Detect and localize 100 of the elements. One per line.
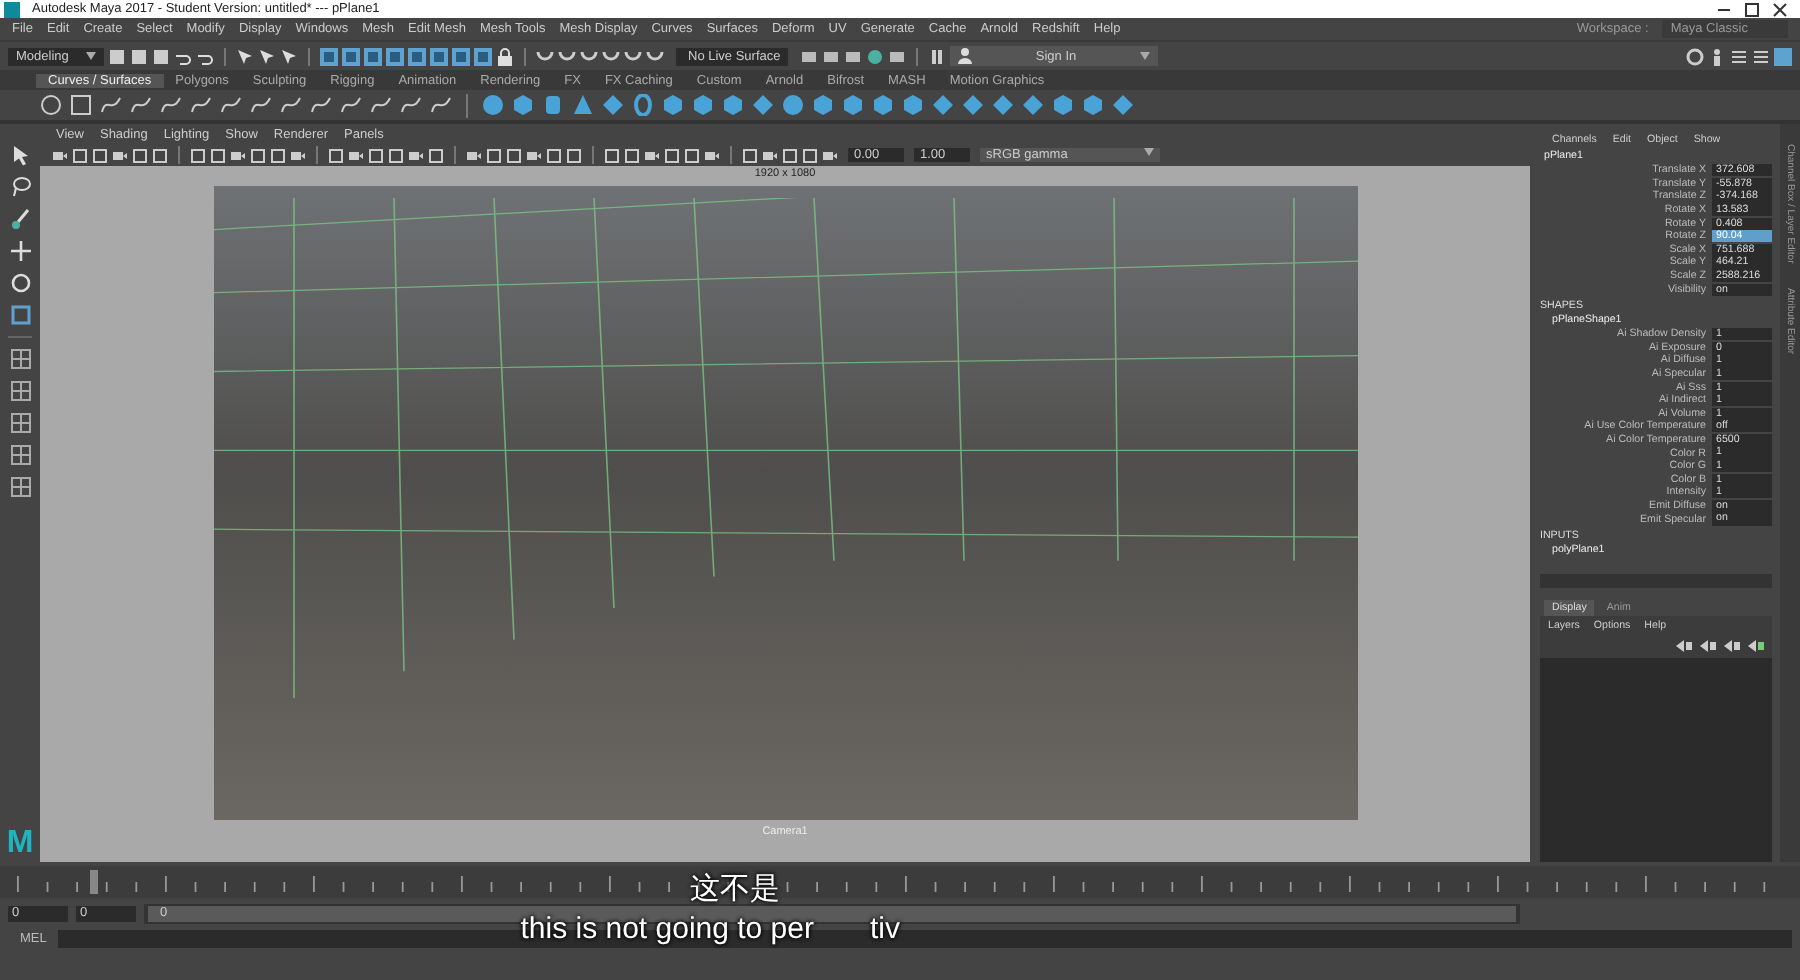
curve-icon[interactable]: [160, 94, 182, 116]
layout-icon[interactable]: [9, 348, 31, 370]
camera-icon[interactable]: [704, 147, 720, 163]
camera-icon[interactable]: [52, 147, 68, 163]
curve-icon[interactable]: [310, 94, 332, 116]
square-icon[interactable]: [664, 147, 680, 163]
diamond-icon[interactable]: [962, 94, 984, 116]
subtitle-text: 这不是: [690, 870, 780, 908]
cone-icon[interactable]: [572, 94, 594, 116]
lock-icon[interactable]: [496, 47, 514, 65]
layout-icon[interactable]: [9, 412, 31, 434]
diamond-icon[interactable]: [1022, 94, 1044, 116]
scale-icon[interactable]: [9, 304, 31, 326]
sphere-icon[interactable]: [782, 94, 804, 116]
cube-icon[interactable]: [1082, 94, 1104, 116]
diamond-icon[interactable]: [932, 94, 954, 116]
square-icon[interactable]: [250, 147, 266, 163]
square-icon[interactable]: [604, 147, 620, 163]
diamond-icon[interactable]: [1112, 94, 1134, 116]
sliders-icon[interactable]: [1730, 47, 1748, 65]
layer-button-icon[interactable]: [1676, 639, 1692, 652]
caret-icon: [1144, 148, 1154, 156]
app-icon: [4, 1, 20, 17]
camera-icon[interactable]: [408, 147, 424, 163]
layer-button-icon[interactable]: [1700, 639, 1716, 652]
camera-icon[interactable]: [466, 147, 482, 163]
square-icon[interactable]: [546, 147, 562, 163]
square-icon[interactable]: [624, 147, 640, 163]
layer-button-icon[interactable]: [1724, 639, 1740, 652]
square-icon[interactable]: [132, 147, 148, 163]
camera-icon[interactable]: [348, 147, 364, 163]
cube-icon[interactable]: [722, 94, 744, 116]
pause-icon[interactable]: [928, 47, 946, 65]
curve-icon[interactable]: [250, 94, 272, 116]
layout-icon[interactable]: [9, 476, 31, 498]
camera-icon[interactable]: [762, 147, 778, 163]
cube-icon[interactable]: [1774, 47, 1792, 65]
square-icon[interactable]: [388, 147, 404, 163]
curve-icon[interactable]: [220, 94, 242, 116]
caret-icon: [86, 52, 96, 60]
layout-icon[interactable]: [9, 444, 31, 466]
square-icon[interactable]: [802, 147, 818, 163]
camera-icon[interactable]: [112, 147, 128, 163]
layout-icon[interactable]: [9, 380, 31, 402]
cube-icon[interactable]: [842, 94, 864, 116]
curve-icon[interactable]: [340, 94, 362, 116]
curve-icon[interactable]: [130, 94, 152, 116]
rotate-icon[interactable]: [9, 272, 31, 294]
square-icon[interactable]: [506, 147, 522, 163]
square-icon[interactable]: [428, 147, 444, 163]
square-icon[interactable]: [486, 147, 502, 163]
person-icon[interactable]: [1708, 47, 1726, 65]
cube-icon[interactable]: [512, 94, 534, 116]
cube-icon[interactable]: [662, 94, 684, 116]
square-icon[interactable]: [210, 147, 226, 163]
camera-icon[interactable]: [290, 147, 306, 163]
brush-icon[interactable]: [9, 208, 31, 230]
camera-icon[interactable]: [644, 147, 660, 163]
move-icon[interactable]: [9, 240, 31, 262]
curve-icon[interactable]: [100, 94, 122, 116]
curve-icon[interactable]: [430, 94, 452, 116]
square-icon[interactable]: [152, 147, 168, 163]
square-icon[interactable]: [684, 147, 700, 163]
diamond-icon[interactable]: [992, 94, 1014, 116]
square-icon[interactable]: [72, 147, 88, 163]
cube-icon[interactable]: [1052, 94, 1074, 116]
diamond-icon[interactable]: [602, 94, 624, 116]
sliders-icon[interactable]: [1752, 47, 1770, 65]
close-icon[interactable]: [1772, 1, 1788, 17]
square-icon[interactable]: [742, 147, 758, 163]
cube-icon[interactable]: [812, 94, 834, 116]
cylinder-icon[interactable]: [542, 94, 564, 116]
square-icon[interactable]: [328, 147, 344, 163]
current-frame-marker[interactable]: [90, 870, 98, 894]
circle-icon[interactable]: [40, 94, 62, 116]
square-icon[interactable]: [190, 147, 206, 163]
cube-icon[interactable]: [692, 94, 714, 116]
camera-icon[interactable]: [526, 147, 542, 163]
square-icon[interactable]: [566, 147, 582, 163]
curve-icon[interactable]: [370, 94, 392, 116]
diamond-icon[interactable]: [752, 94, 774, 116]
torus-icon[interactable]: [632, 94, 654, 116]
cube-icon[interactable]: [872, 94, 894, 116]
square-icon[interactable]: [782, 147, 798, 163]
curve-icon[interactable]: [280, 94, 302, 116]
curve-icon[interactable]: [190, 94, 212, 116]
maximize-icon[interactable]: [1744, 1, 1760, 17]
camera-icon[interactable]: [822, 147, 838, 163]
square-icon[interactable]: [92, 147, 108, 163]
square-icon[interactable]: [368, 147, 384, 163]
square-icon[interactable]: [70, 94, 92, 116]
square-icon[interactable]: [270, 147, 286, 163]
camera-icon[interactable]: [230, 147, 246, 163]
cube-icon[interactable]: [902, 94, 924, 116]
sphere-icon[interactable]: [482, 94, 504, 116]
lasso-icon[interactable]: [9, 176, 31, 198]
app-logo: M: [6, 826, 34, 862]
layer-button-icon[interactable]: [1748, 639, 1764, 652]
pointer-icon[interactable]: [9, 144, 31, 166]
curve-icon[interactable]: [400, 94, 422, 116]
